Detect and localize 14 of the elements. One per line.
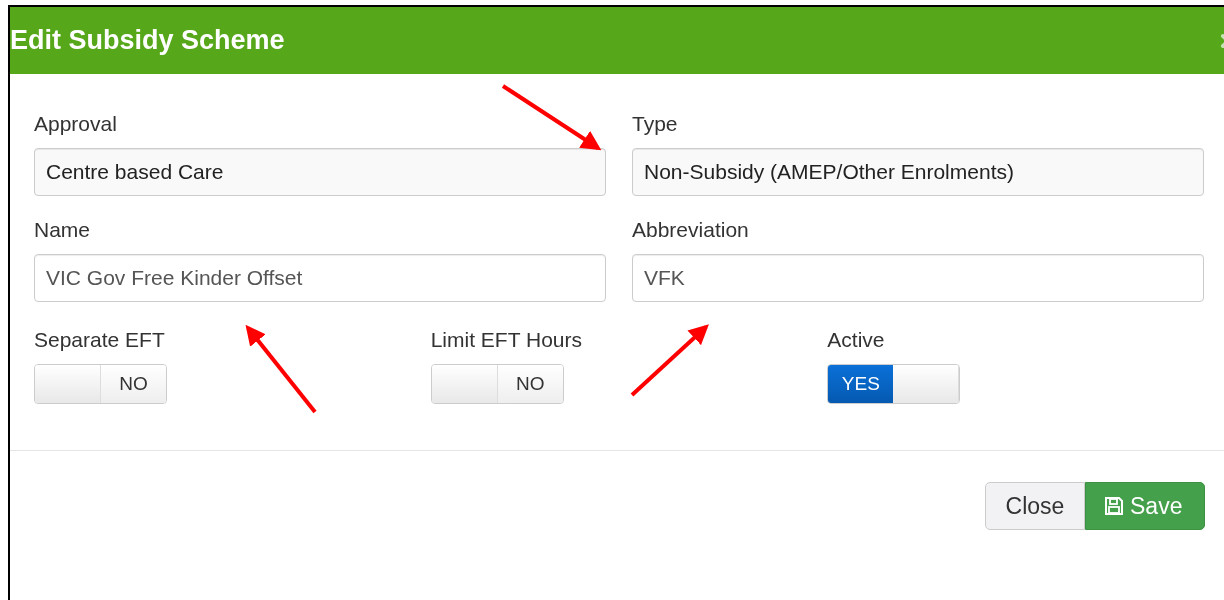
field-label: Type [632,112,679,136]
dialog-title: Edit Subsidy Scheme [10,25,285,56]
toggle-switch[interactable]: YES [827,364,961,404]
field-label: Abbreviation [632,218,750,242]
field-label: Name [34,218,92,242]
toggle-label: Active [827,328,886,352]
toggle-switch[interactable]: NO [430,364,564,404]
close-button[interactable]: Close [985,482,1085,530]
field-label: Approval [34,112,118,136]
input-field[interactable]: VIC Gov Free Kinder Offset [34,254,606,302]
toggle-label: Limit EFT Hours [430,328,583,352]
input-field[interactable]: VFK [632,254,1204,302]
toggle-switch[interactable]: NO [34,364,167,404]
toggle-label: Separate EFT [34,328,166,352]
